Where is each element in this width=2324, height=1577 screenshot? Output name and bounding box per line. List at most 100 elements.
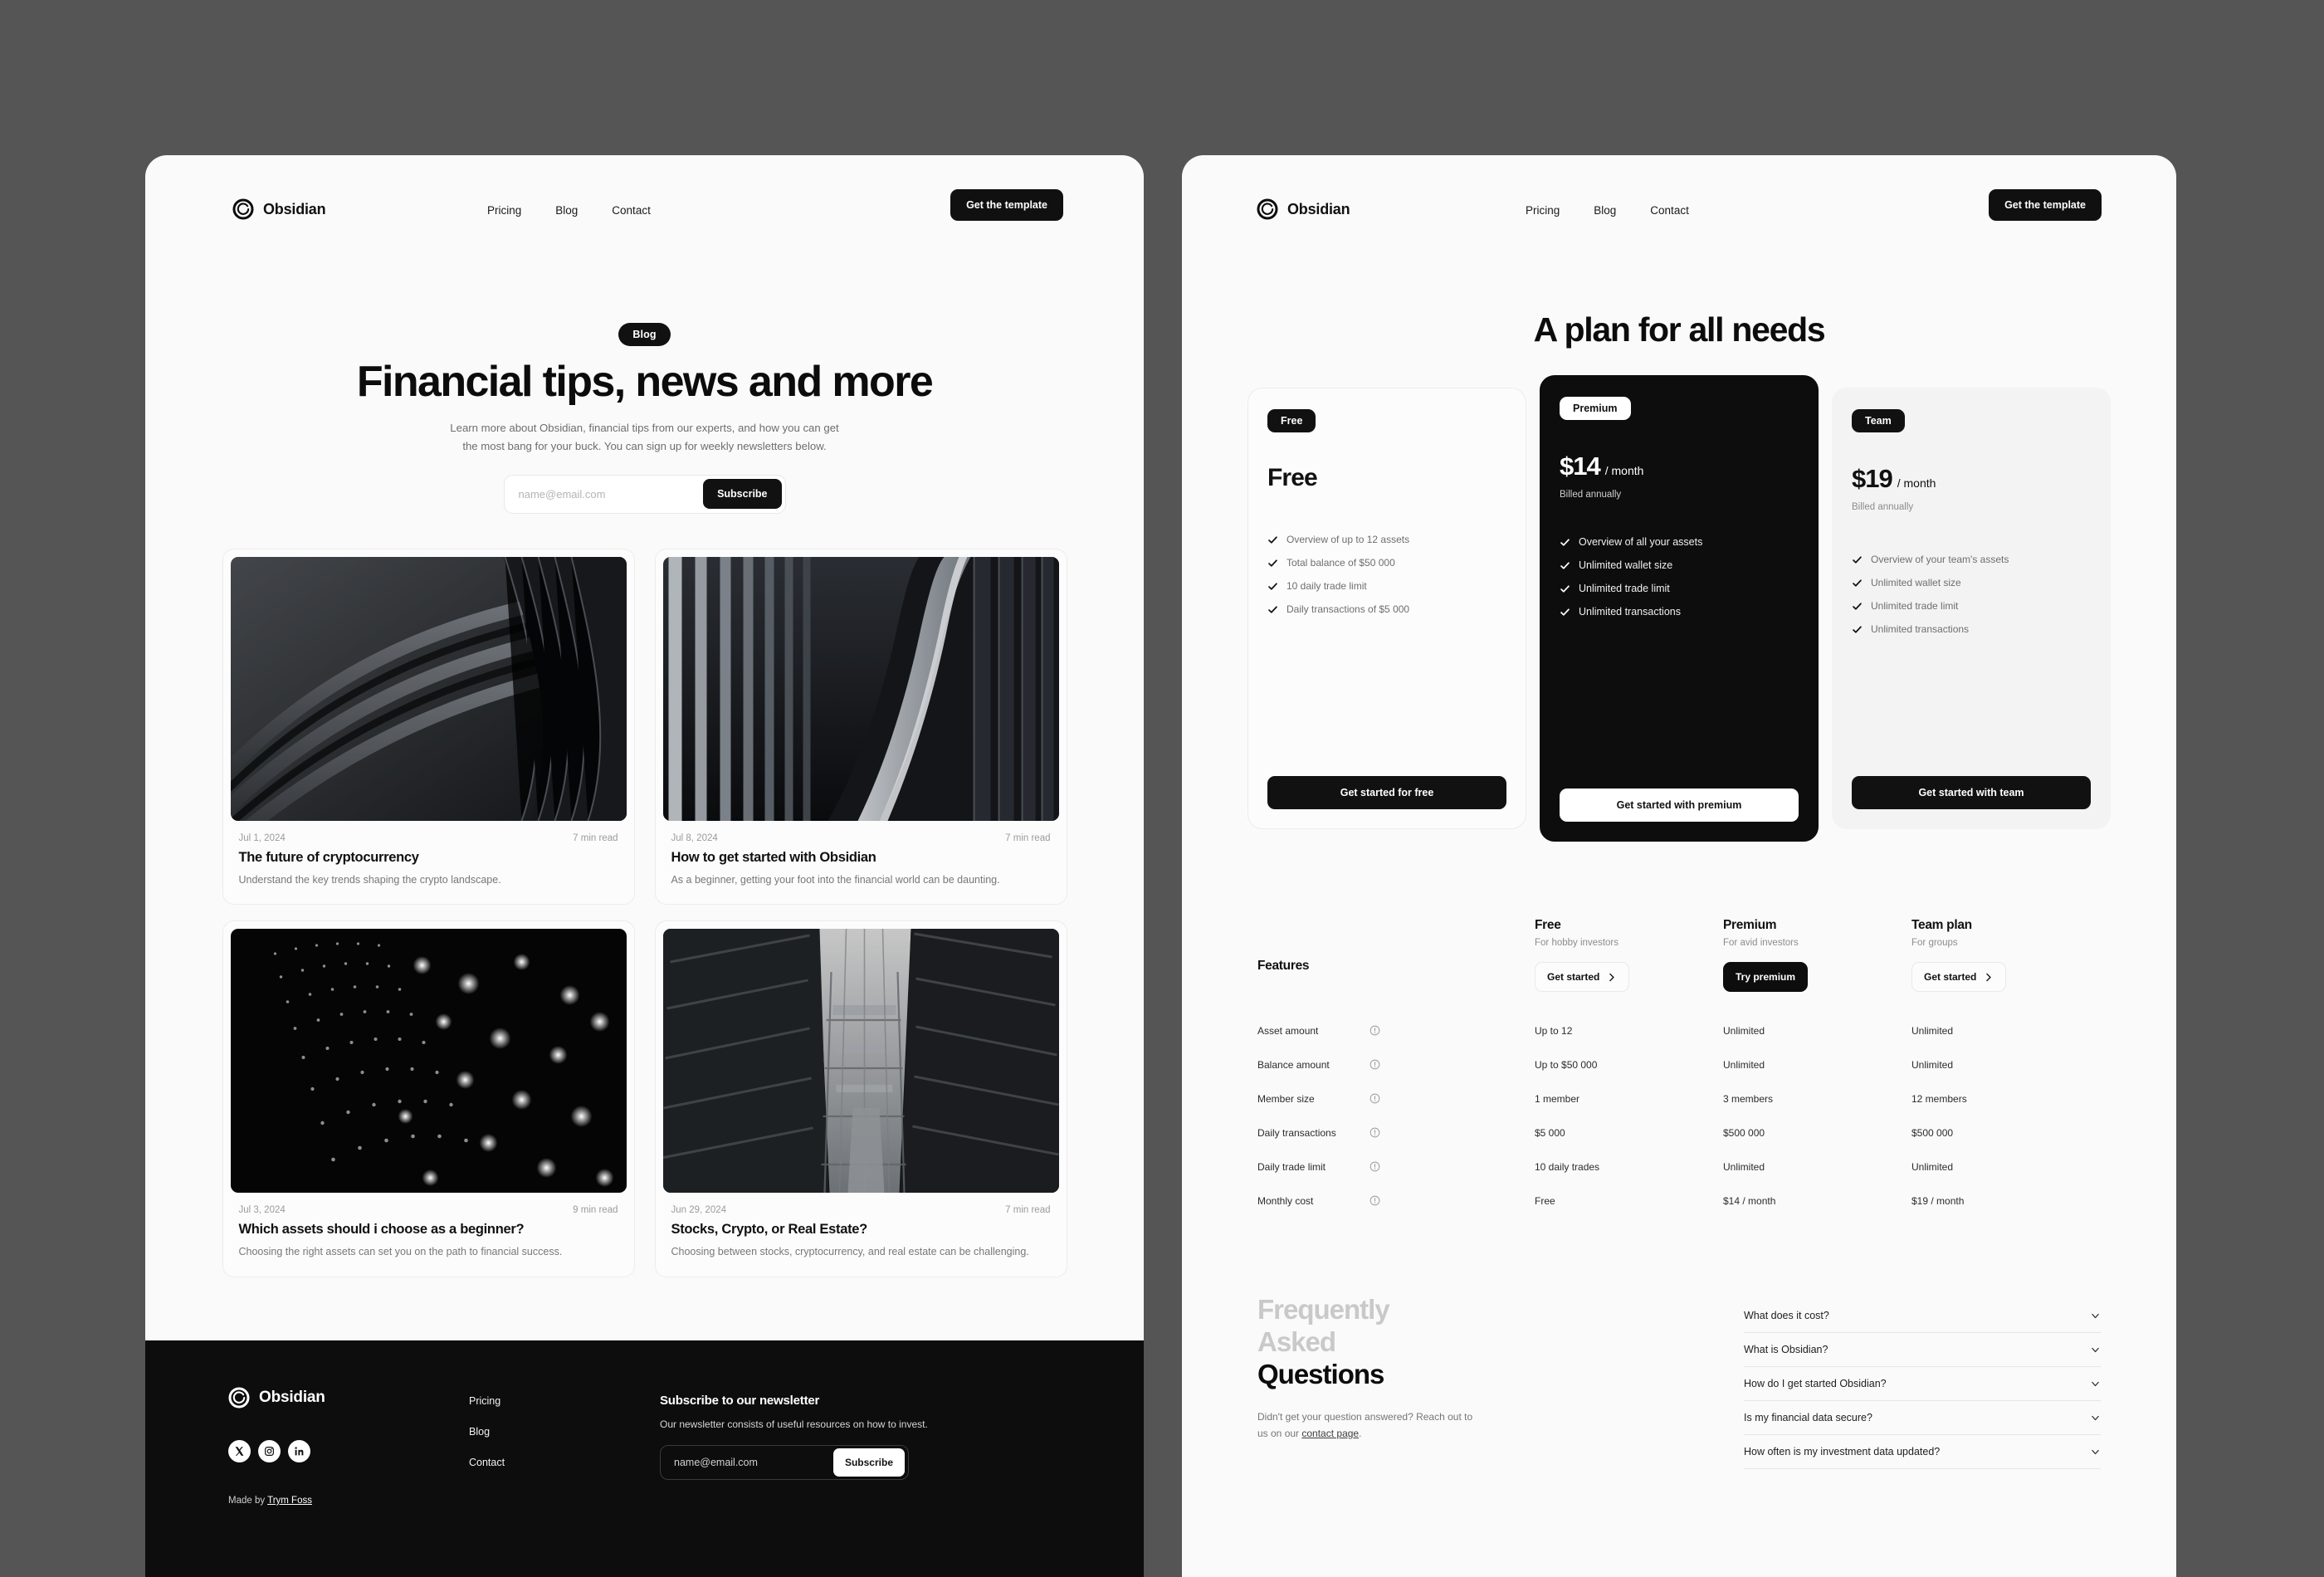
blog-post-card[interactable]: Jul 8, 2024 7 min read How to get starte… (654, 548, 1067, 906)
info-icon[interactable] (1370, 1161, 1380, 1172)
plan-feature-label: Unlimited trade limit (1579, 583, 1670, 594)
linkedin-icon[interactable] (288, 1440, 310, 1462)
plan-cta-premium[interactable]: Get started with premium (1560, 788, 1799, 822)
comparison-features-heading-cell: Features (1257, 959, 1535, 992)
plan-tag-free: Free (1267, 409, 1316, 432)
nav-link-blog[interactable]: Blog (555, 204, 578, 217)
post-date: Jul 3, 2024 (238, 1205, 286, 1216)
plan-feature-label: 10 daily trade limit (1286, 580, 1367, 592)
comparison-cta-label: Try premium (1736, 971, 1796, 983)
get-template-button[interactable]: Get the template (1989, 189, 2102, 221)
info-icon[interactable] (1370, 1093, 1380, 1104)
brand-logo[interactable]: Obsidian (232, 198, 326, 220)
instagram-icon[interactable] (258, 1440, 281, 1462)
comparison-plan-sub: For avid investors (1723, 938, 1799, 948)
comparison-cta-free[interactable]: Get started (1535, 962, 1630, 992)
brand-logo[interactable]: Obsidian (1257, 198, 1350, 220)
faq-accordion-item[interactable]: What does it cost? (1744, 1299, 2101, 1333)
nav-link-pricing[interactable]: Pricing (487, 204, 521, 217)
info-icon[interactable] (1370, 1127, 1380, 1138)
faq-accordion-item[interactable]: Is my financial data secure? (1744, 1401, 2101, 1435)
cell-value: 3 members (1723, 1092, 1774, 1105)
footer-brand-name: Obsidian (259, 1389, 325, 1406)
made-by-link[interactable]: Trym Foss (267, 1496, 312, 1506)
plan-feature-item: Overview of all your assets (1560, 536, 1799, 548)
plan-feature-label: Unlimited wallet size (1579, 559, 1673, 571)
info-icon[interactable] (1370, 1025, 1380, 1036)
hero-subscribe-button[interactable]: Subscribe (703, 479, 782, 510)
footer-link-contact[interactable]: Contact (469, 1457, 660, 1468)
chevron-down-icon (2092, 1313, 2099, 1318)
linkedin-glyph (295, 1447, 304, 1456)
post-meta: Jul 8, 2024 7 min read (663, 821, 1059, 843)
plan-price-amount: $14 (1560, 452, 1601, 481)
footer-links-column: Pricing Blog Contact (469, 1387, 660, 1506)
blog-post-card[interactable]: Jul 1, 2024 7 min read The future of cry… (222, 548, 635, 906)
cell-value: Unlimited (1723, 1024, 1765, 1037)
brand-name: Obsidian (1287, 200, 1350, 217)
cell-value: Up to 12 (1535, 1024, 1573, 1037)
faq-note-prefix: Didn't get your question answered? Reach… (1257, 1410, 1473, 1439)
faq-accordion-item[interactable]: What is Obsidian? (1744, 1333, 2101, 1367)
footer-logo[interactable]: Obsidian (228, 1387, 469, 1409)
faq-heading-line2: Asked (1257, 1326, 1336, 1357)
cell-value: 1 member (1535, 1092, 1580, 1105)
chevron-down-icon (2092, 1381, 2099, 1386)
cell-value: $14 / month (1723, 1194, 1776, 1207)
faq-heading-block: Frequently Asked Questions Didn't get yo… (1257, 1294, 1614, 1469)
hero-subscribe-form: Subscribe (503, 474, 786, 514)
feature-name: Daily trade limit (1257, 1160, 1326, 1173)
plan-billing-note: Billed annually (1560, 490, 1622, 500)
get-template-button[interactable]: Get the template (950, 189, 1063, 221)
comparison-cta-premium[interactable]: Try premium (1723, 962, 1809, 992)
nav-links: Pricing Blog Contact (1526, 204, 1689, 217)
plan-cta-free[interactable]: Get started for free (1267, 776, 1506, 809)
blog-badge: Blog (618, 323, 671, 346)
faq-accordion-item[interactable]: How do I get started Obsidian? (1744, 1367, 2101, 1401)
footer-subscribe-button[interactable]: Subscribe (832, 1448, 905, 1477)
plan-feature-item: Daily transactions of $5 000 (1267, 603, 1506, 615)
plan-price-free: Free (1267, 464, 1318, 491)
info-icon[interactable] (1370, 1059, 1380, 1070)
nav-link-pricing[interactable]: Pricing (1526, 204, 1560, 217)
check-icon (1560, 538, 1570, 546)
cell-value: Unlimited (1911, 1160, 1954, 1173)
cell-value: Unlimited (1723, 1160, 1765, 1173)
blog-post-card[interactable]: Jun 29, 2024 7 min read Stocks, Crypto, … (654, 920, 1067, 1278)
footer-newsletter-column: Subscribe to our newsletter Our newslett… (660, 1387, 942, 1506)
post-date: Jul 8, 2024 (671, 832, 718, 843)
faq-question: What is Obsidian? (1744, 1344, 1828, 1355)
plan-feature-item: Overview of your team's assets (1852, 554, 2091, 565)
plan-cta-team[interactable]: Get started with team (1852, 776, 2091, 809)
cell-value: 10 daily trades (1535, 1160, 1600, 1173)
post-thumbnail-industrial-stairwell (662, 929, 1059, 1194)
comparison-cta-team[interactable]: Get started (1911, 962, 2007, 992)
footer-link-pricing[interactable]: Pricing (469, 1395, 660, 1407)
faq-note-suffix: . (1359, 1427, 1362, 1439)
check-icon (1268, 559, 1277, 567)
footer-email-input[interactable] (664, 1457, 833, 1468)
brand-name: Obsidian (263, 200, 326, 217)
check-icon (1268, 582, 1277, 590)
info-icon[interactable] (1370, 1195, 1380, 1206)
footer-link-blog[interactable]: Blog (469, 1426, 660, 1438)
cell-value: $500 000 (1911, 1126, 1954, 1139)
plan-price-period: / month (1897, 476, 1936, 490)
cell-value: Up to $50 000 (1535, 1058, 1598, 1071)
faq-accordion-item[interactable]: How often is my investment data updated? (1744, 1435, 2101, 1469)
x-icon[interactable] (228, 1440, 251, 1462)
nav-link-contact[interactable]: Contact (1650, 204, 1689, 217)
made-by-prefix: Made by (228, 1496, 268, 1506)
nav-link-blog[interactable]: Blog (1594, 204, 1616, 217)
feature-name: Daily transactions (1257, 1126, 1336, 1139)
nav-link-contact[interactable]: Contact (612, 204, 651, 217)
contact-page-link[interactable]: contact page (1301, 1428, 1359, 1439)
comparison-plan-name: Free (1535, 918, 1561, 932)
newsletter-description: Our newsletter consists of useful resour… (660, 1418, 928, 1430)
faq-heading-line1: Frequently (1257, 1294, 1390, 1325)
blog-post-card[interactable]: Jul 3, 2024 9 min read Which assets shou… (222, 920, 635, 1278)
hero-email-input[interactable] (507, 487, 704, 500)
plan-feature-item: 10 daily trade limit (1267, 580, 1506, 592)
cell-value: Unlimited (1723, 1058, 1765, 1071)
plan-card-team: Team $19 / month Billed annually Overvie… (1832, 388, 2111, 829)
